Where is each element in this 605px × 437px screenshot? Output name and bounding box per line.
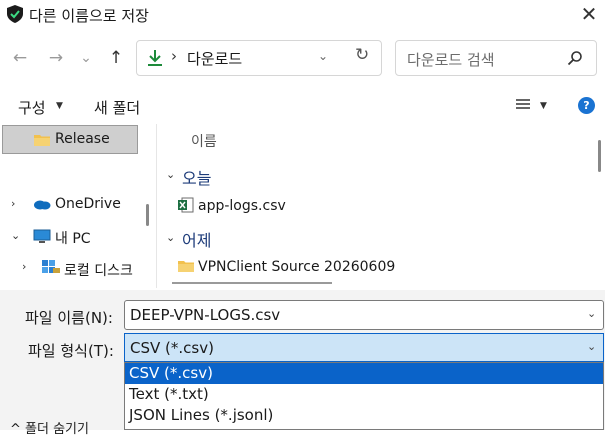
breadcrumb-downloads[interactable]: 다운로드 xyxy=(187,48,242,69)
filetype-select[interactable]: CSV (*.csv) ⌄ xyxy=(124,333,604,362)
group-collapse-icon[interactable]: ⌄ xyxy=(166,168,175,181)
content-scrollbar[interactable] xyxy=(598,140,601,172)
filetype-label: 파일 형식(T): xyxy=(28,342,114,360)
back-button[interactable]: ← xyxy=(8,44,32,72)
view-options-icon[interactable] xyxy=(515,98,531,112)
up-button[interactable]: ↑ xyxy=(104,44,128,72)
group-header-today[interactable]: 오늘 xyxy=(182,165,211,189)
window-title: 다른 이름으로 저장 xyxy=(29,7,149,25)
search-placeholder[interactable]: 다운로드 검색 xyxy=(407,49,495,70)
folder-item[interactable]: VPNClient Source 20260609 xyxy=(198,259,395,275)
filetype-value[interactable]: CSV (*.csv) xyxy=(130,339,214,357)
download-icon xyxy=(148,50,162,66)
column-header-name[interactable]: 이름 xyxy=(191,131,217,151)
filename-field[interactable]: DEEP-VPN-LOGS.csv ⌄ xyxy=(124,300,604,330)
filetype-option-jsonl[interactable]: JSON Lines (*.jsonl) xyxy=(125,405,603,426)
recent-locations-button[interactable]: ⌄ xyxy=(74,44,98,72)
sidebar-item-label: Release xyxy=(55,131,110,147)
sidebar-item-this-pc[interactable]: 내 PC xyxy=(55,228,91,248)
sidebar-item-onedrive[interactable]: OneDrive xyxy=(55,196,121,212)
chevron-down-icon[interactable]: ⌄ xyxy=(587,307,596,320)
navigation-scrollbar[interactable] xyxy=(146,204,149,226)
organize-menu-button[interactable]: 구성 xyxy=(18,97,46,118)
sidebar-item-release[interactable]: Release xyxy=(2,125,138,154)
excel-csv-icon xyxy=(178,197,194,213)
pane-divider[interactable] xyxy=(156,124,157,288)
hide-folders-toggle[interactable]: ^ 폴더 숨기기 xyxy=(10,418,89,437)
filetype-dropdown-list[interactable]: CSV (*.csv) Text (*.txt) JSON Lines (*.j… xyxy=(124,362,604,430)
close-button[interactable]: ✕ xyxy=(576,4,602,26)
group-header-yesterday[interactable]: 어제 xyxy=(182,227,211,251)
help-button[interactable]: ? xyxy=(578,97,595,114)
address-bar[interactable]: › 다운로드 ⌄ ↻ xyxy=(136,40,382,76)
expand-chevron-icon[interactable]: › xyxy=(11,197,15,210)
filename-value[interactable]: DEEP-VPN-LOGS.csv xyxy=(130,306,280,324)
folder-icon xyxy=(178,261,194,272)
sidebar-item-local-disk[interactable]: 로컬 디스크 xyxy=(64,260,133,280)
filetype-option-txt[interactable]: Text (*.txt) xyxy=(125,384,603,405)
breadcrumb-chevron-icon[interactable]: › xyxy=(171,47,177,65)
pc-monitor-icon xyxy=(33,229,51,243)
refresh-button[interactable]: ↻ xyxy=(355,45,369,65)
address-dropdown-icon[interactable]: ⌄ xyxy=(318,49,328,63)
filename-label: 파일 이름(N): xyxy=(25,309,113,327)
search-input[interactable]: 다운로드 검색 xyxy=(395,40,597,76)
organize-caret-icon[interactable]: ▼ xyxy=(56,101,63,111)
local-disk-icon xyxy=(42,260,60,273)
view-caret-icon[interactable]: ▼ xyxy=(540,101,547,111)
new-folder-button[interactable]: 새 폴더 xyxy=(94,97,140,118)
onedrive-cloud-icon xyxy=(34,200,51,210)
collapse-chevron-icon[interactable]: ⌄ xyxy=(11,229,20,242)
shield-check-icon xyxy=(7,5,23,23)
search-icon[interactable] xyxy=(567,50,583,66)
filetype-option-csv[interactable]: CSV (*.csv) xyxy=(125,363,603,384)
file-item[interactable]: app-logs.csv xyxy=(198,198,286,214)
expand-chevron-icon[interactable]: › xyxy=(22,260,26,273)
forward-button[interactable]: → xyxy=(44,44,68,72)
folder-icon xyxy=(34,135,50,146)
chevron-down-icon[interactable]: ⌄ xyxy=(587,340,596,353)
horizontal-scrollbar[interactable] xyxy=(172,282,332,284)
group-collapse-icon[interactable]: ⌄ xyxy=(166,231,175,244)
